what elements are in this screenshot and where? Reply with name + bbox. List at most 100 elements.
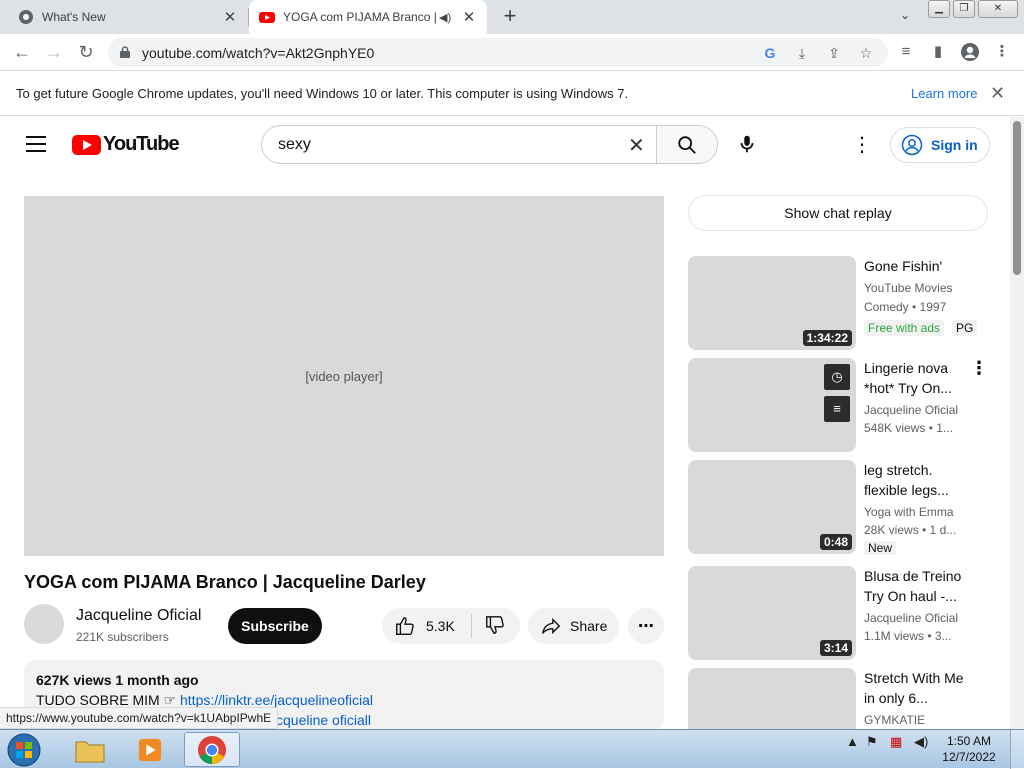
chrome-menu-icon[interactable]: ⋮ bbox=[992, 42, 1012, 62]
windows-start-icon[interactable] bbox=[4, 732, 44, 768]
dislike-button[interactable] bbox=[472, 614, 506, 639]
recommendation-item[interactable]: 0:48 leg stretch. flexible legs... Yoga … bbox=[688, 460, 998, 555]
show-chat-replay-button[interactable]: Show chat replay bbox=[688, 195, 988, 231]
reload-icon[interactable]: ↻ bbox=[74, 40, 98, 64]
recommendation-title[interactable]: Blusa de Treino Try On haul -... bbox=[864, 566, 964, 606]
tab-search-chevron-icon[interactable]: ⌄ bbox=[896, 8, 914, 26]
chrome-icon bbox=[197, 735, 227, 764]
bookmark-star-icon[interactable]: ☆ bbox=[856, 43, 876, 63]
volume-icon[interactable]: ◀) bbox=[914, 734, 928, 750]
youtube-favicon-icon bbox=[259, 12, 275, 23]
action-center-icon[interactable]: ⚑ bbox=[866, 734, 878, 750]
learn-more-link[interactable]: Learn more bbox=[911, 86, 977, 101]
browser-toolbar: ← → ↻ youtube.com/watch?v=Akt2GnphYE0 G … bbox=[0, 34, 1024, 71]
new-tab-button[interactable]: + bbox=[498, 4, 522, 28]
network-icon[interactable]: ▦ bbox=[890, 734, 902, 750]
tab-youtube-video[interactable]: YOGA com PIJAMA Branco | Jacqueline Darl… bbox=[249, 0, 487, 34]
restore-button[interactable]: ❐ bbox=[953, 0, 975, 18]
channel-name[interactable]: Jacqueline Oficial bbox=[76, 607, 201, 625]
recommendation-channel[interactable]: GYMKATIE bbox=[864, 713, 925, 727]
forward-arrow-icon[interactable]: → bbox=[42, 40, 66, 64]
recommendation-channel[interactable]: YouTube Movies bbox=[864, 281, 953, 295]
recommendation-thumbnail[interactable]: ◷ ≡ bbox=[688, 358, 856, 452]
channel-avatar[interactable] bbox=[24, 604, 64, 644]
media-controls-icon[interactable]: ≡ bbox=[896, 42, 916, 62]
watch-later-clock-icon[interactable]: ◷ bbox=[824, 364, 850, 390]
add-to-queue-icon[interactable]: ≡ bbox=[824, 396, 850, 422]
microphone-icon bbox=[740, 135, 754, 153]
url-text: youtube.com/watch?v=Akt2GnphYE0 bbox=[142, 45, 375, 61]
hamburger-menu-icon[interactable] bbox=[26, 136, 46, 152]
scrollbar-thumb[interactable] bbox=[1013, 121, 1021, 275]
taskbar-chrome-button[interactable] bbox=[184, 732, 240, 767]
recommendation-item[interactable]: Stretch With Me in only 6... GYMKATIE bbox=[688, 668, 998, 729]
recommendation-thumbnail[interactable]: 3:14 bbox=[688, 566, 856, 660]
recommendation-channel[interactable]: Yoga with Emma bbox=[864, 505, 954, 519]
show-desktop-button[interactable] bbox=[1010, 730, 1024, 769]
recommendation-item[interactable]: ◷ ≡ Lingerie nova *hot* Try On... ⋮ Jacq… bbox=[688, 358, 998, 452]
tab-title: YOGA com PIJAMA Branco | Jacqueline Darl… bbox=[283, 10, 439, 24]
back-arrow-icon[interactable]: ← bbox=[10, 40, 34, 64]
window-close-button[interactable]: ✕ bbox=[978, 0, 1018, 18]
avatar-placeholder bbox=[24, 604, 64, 644]
share-button[interactable]: Share bbox=[528, 608, 619, 644]
recommendation-thumbnail[interactable] bbox=[688, 668, 856, 729]
voice-search-button[interactable] bbox=[729, 125, 765, 164]
recommendation-title[interactable]: Stretch With Me in only 6... bbox=[864, 668, 964, 708]
recommendation-title[interactable]: Lingerie nova *hot* Try On... bbox=[864, 358, 964, 398]
page-scrollbar[interactable] bbox=[1010, 117, 1024, 729]
taskbar-media-button[interactable] bbox=[122, 732, 178, 767]
description-link-2[interactable]: cqueline oficiall bbox=[276, 712, 371, 728]
tab-whats-new[interactable]: What's New ✕ bbox=[8, 0, 248, 34]
recommendation-channel[interactable]: Jacqueline Oficial bbox=[864, 611, 958, 625]
tab-close-icon[interactable]: ✕ bbox=[461, 8, 477, 26]
recommendation-item[interactable]: 3:14 Blusa de Treino Try On haul -... Ja… bbox=[688, 566, 998, 660]
install-app-icon[interactable]: ⤓ bbox=[792, 43, 812, 63]
free-with-ads-badge: Free with ads bbox=[864, 320, 945, 336]
search-button[interactable] bbox=[656, 125, 718, 164]
video-frame-placeholder: [video player] bbox=[24, 196, 664, 556]
infobar-close-icon[interactable]: ✕ bbox=[990, 83, 1005, 104]
youtube-logo[interactable]: YouTube bbox=[72, 133, 180, 156]
recommendation-meta: Comedy • 1997 bbox=[864, 300, 947, 314]
settings-dots-icon[interactable]: ⋮ bbox=[852, 133, 872, 157]
share-label: Share bbox=[570, 618, 608, 634]
tab-close-icon[interactable]: ✕ bbox=[222, 8, 238, 26]
system-clock[interactable]: 1:50 AM 12/7/2022 bbox=[938, 733, 1000, 765]
update-infobar: To get future Google Chrome updates, you… bbox=[0, 72, 1024, 116]
video-player[interactable]: [video player] bbox=[24, 196, 664, 556]
recommendation-meta: 28K views • 1 d... bbox=[864, 523, 957, 537]
minimize-button[interactable]: ▁ bbox=[928, 0, 950, 18]
tray-expand-icon[interactable]: ▲ bbox=[846, 734, 859, 749]
recommendation-thumbnail[interactable]: 0:48 bbox=[688, 460, 856, 554]
rating-badge: PG bbox=[952, 320, 978, 336]
youtube-play-icon bbox=[72, 134, 101, 155]
windows-taskbar: ▲ ⚑ ▦ ◀) 1:50 AM 12/7/2022 bbox=[0, 729, 1024, 769]
youtube-header: YouTube sexy ✕ ⋮ Sign in bbox=[0, 117, 1010, 173]
share-page-icon[interactable]: ⇪ bbox=[824, 43, 844, 63]
subscribe-button[interactable]: Subscribe bbox=[228, 608, 322, 644]
recommendation-channel[interactable]: Jacqueline Oficial bbox=[864, 403, 958, 417]
subscriber-count: 221K subscribers bbox=[76, 630, 169, 644]
recommendation-thumbnail[interactable]: 1:34:22 bbox=[688, 256, 856, 350]
placeholder-label: [video player] bbox=[305, 368, 383, 384]
recommendation-title[interactable]: leg stretch. flexible legs... bbox=[864, 460, 964, 500]
recommendation-title[interactable]: Gone Fishin' bbox=[864, 256, 964, 276]
search-input[interactable]: sexy ✕ bbox=[261, 125, 657, 164]
like-button[interactable]: 5.3K bbox=[382, 614, 472, 638]
taskbar-explorer-button[interactable] bbox=[62, 732, 118, 767]
clear-search-icon[interactable]: ✕ bbox=[628, 133, 645, 158]
sign-in-button[interactable]: Sign in bbox=[890, 127, 990, 163]
account-circle-icon bbox=[901, 134, 923, 156]
recommendation-item[interactable]: 1:34:22 Gone Fishin' YouTube Movies Come… bbox=[688, 256, 998, 350]
more-actions-button[interactable]: ⋯ bbox=[628, 608, 664, 644]
google-lens-icon[interactable]: G bbox=[760, 43, 780, 63]
description-link[interactable]: https://linktr.ee/jacquelineoficial bbox=[180, 692, 373, 708]
item-menu-icon[interactable]: ⋮ bbox=[970, 358, 988, 379]
address-bar[interactable]: youtube.com/watch?v=Akt2GnphYE0 G ⤓ ⇪ ☆ bbox=[108, 38, 888, 67]
new-badge: New bbox=[864, 541, 897, 555]
profile-icon[interactable] bbox=[960, 42, 980, 62]
speaker-icon[interactable]: ◀) bbox=[439, 11, 455, 24]
side-panel-icon[interactable]: ▮ bbox=[928, 42, 948, 62]
tab-strip: What's New ✕ YOGA com PIJAMA Branco | Ja… bbox=[0, 0, 1024, 34]
